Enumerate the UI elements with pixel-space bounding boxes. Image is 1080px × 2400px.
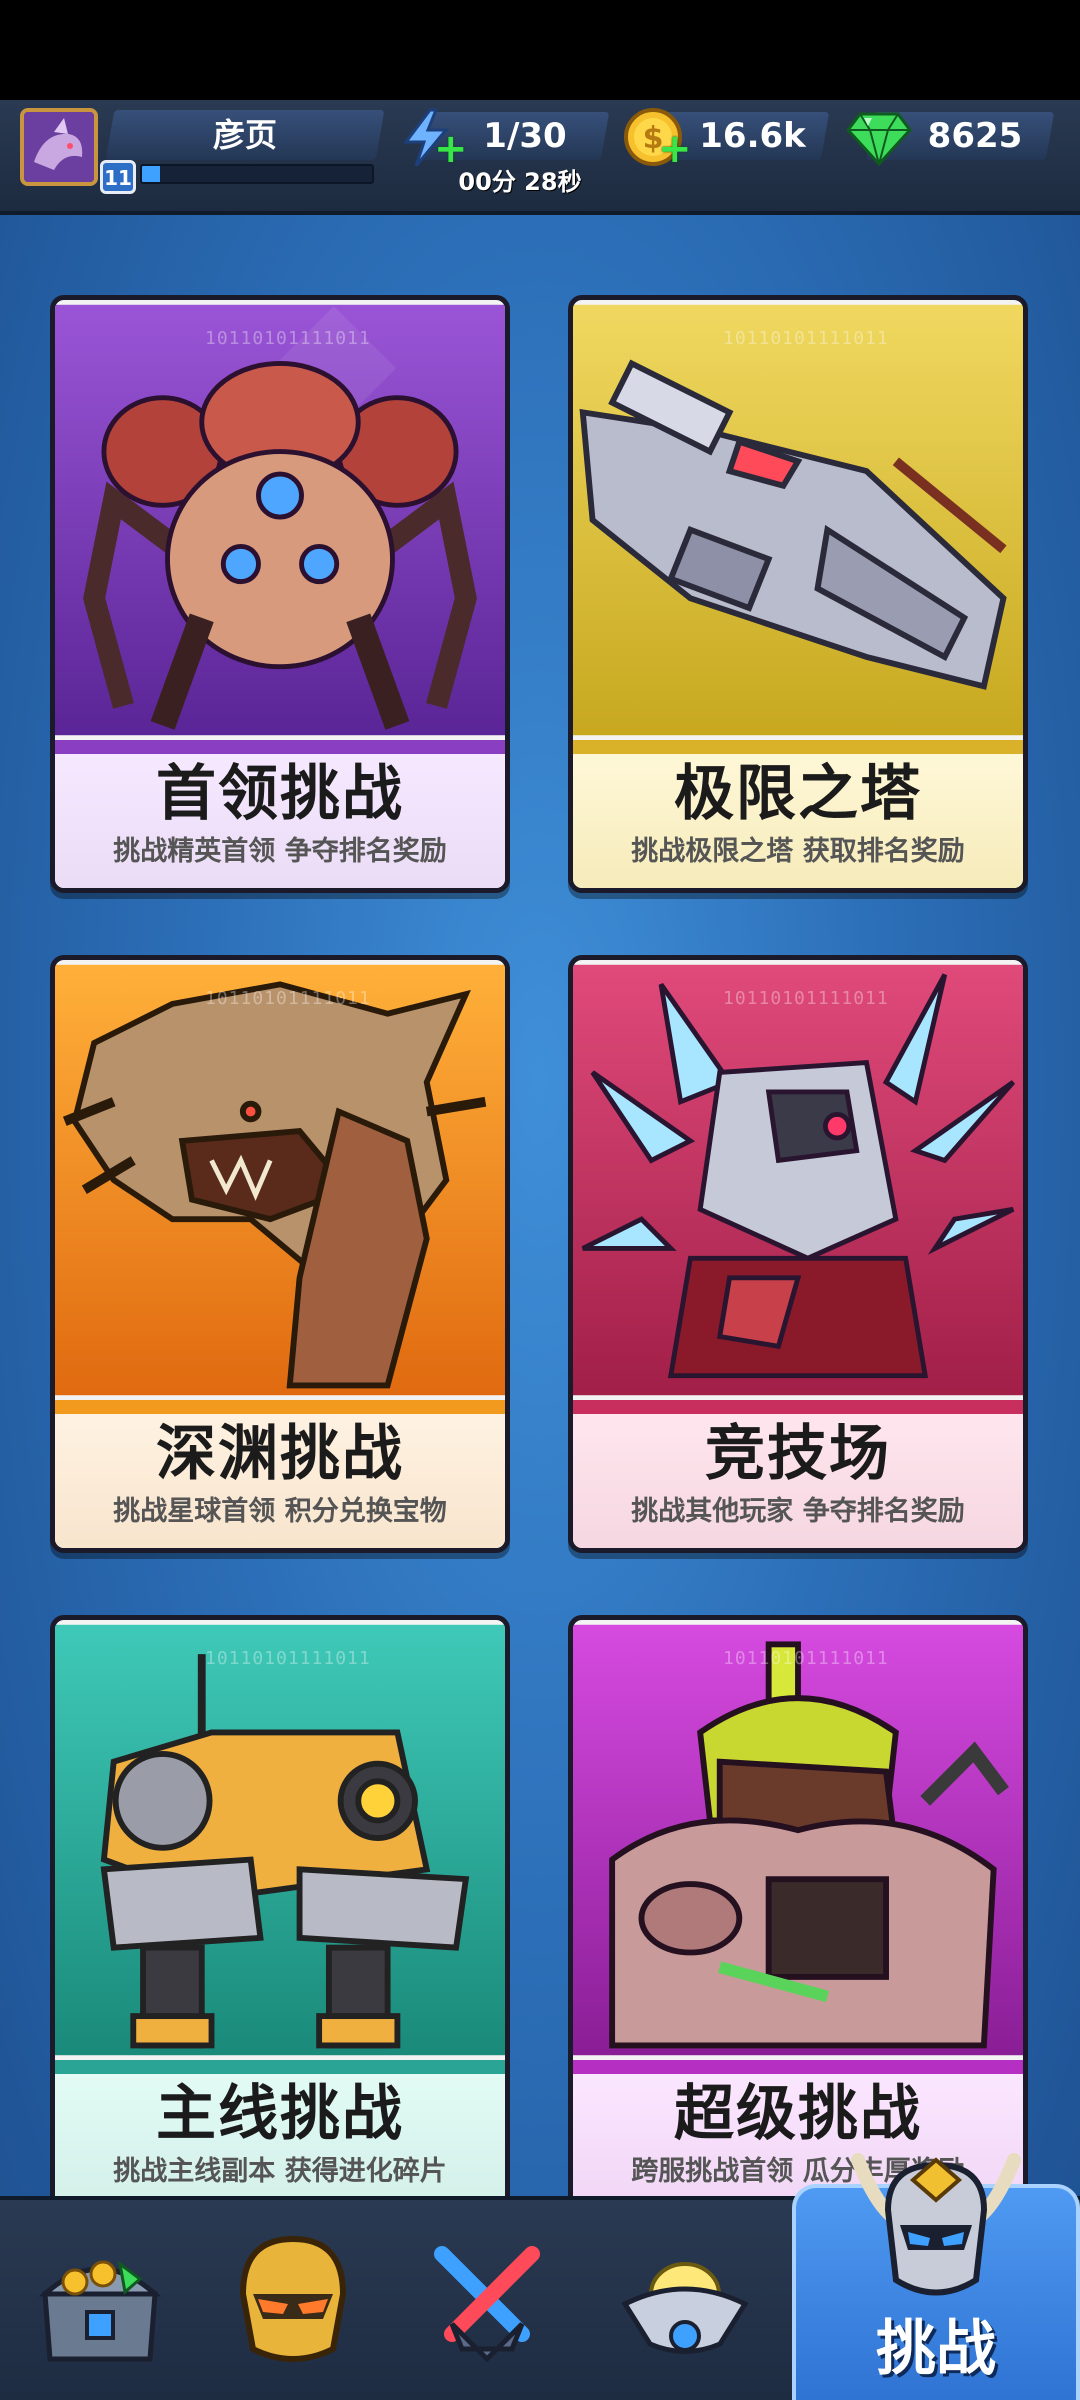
- nav-treasure[interactable]: [25, 2224, 175, 2374]
- coins-value: 16.6k: [699, 116, 806, 156]
- card-strip: [55, 2060, 505, 2074]
- player-name: 彦页: [212, 116, 277, 154]
- abyss-beast-icon: [55, 964, 505, 1396]
- energy-timer: 00分 28秒: [458, 168, 582, 196]
- status-bar: [0, 0, 1080, 100]
- card-subtitle: 挑战其他玩家 争夺排名奖励: [631, 1496, 965, 1527]
- walker-mech-icon: [55, 1624, 505, 2056]
- card-strip: [55, 740, 505, 754]
- binary-code-text: 10110101111011: [205, 988, 371, 1009]
- card-strip: [55, 1400, 505, 1414]
- resource-bar: 11 彦页 + 1/30 00分 28秒 $ + 16.6k 8625: [0, 100, 1080, 215]
- crossed-swords-icon: [434, 2246, 540, 2363]
- card-strip: [573, 740, 1023, 754]
- card-main-challenge[interactable]: 10110101111011 主线挑战 挑战主线副本 获得进化碎片: [50, 1615, 510, 2213]
- nav-ship[interactable]: [610, 2224, 760, 2374]
- card-subtitle: 挑战星球首领 积分兑换宝物: [113, 1496, 447, 1527]
- treasure-chest-icon: [38, 2260, 162, 2362]
- card-title: 首领挑战: [156, 759, 404, 829]
- horned-helmet-icon: [851, 2153, 1021, 2296]
- xp-fill: [142, 166, 161, 182]
- card-super-challenge[interactable]: 10110101111011 超级挑战 跨服挑战首领 瓜分丰厚奖励: [568, 1615, 1028, 2213]
- binary-code-text: 10110101111011: [723, 988, 889, 1009]
- card-subtitle: 挑战极限之塔 获取排名奖励: [631, 836, 965, 867]
- card-title: 主线挑战: [156, 2079, 404, 2149]
- mech-spider-icon: [55, 304, 505, 736]
- ufo-icon: [621, 2262, 749, 2354]
- xp-bar: [140, 164, 374, 184]
- card-abyss-challenge[interactable]: 10110101111011 深渊挑战 挑战星球首领 积分兑换宝物: [50, 955, 510, 1553]
- green-gem-icon: [846, 112, 912, 166]
- card-art: [573, 1620, 1023, 2060]
- card-art: [55, 960, 505, 1400]
- card-title: 深渊挑战: [156, 1419, 404, 1489]
- crystal-robot-icon: [573, 964, 1023, 1396]
- energy-value: 1/30: [483, 116, 567, 156]
- card-art: [573, 300, 1023, 740]
- card-subtitle: 挑战主线副本 获得进化碎片: [113, 2156, 447, 2187]
- card-arena[interactable]: 10110101111011 竞技场 挑战其他玩家 争夺排名奖励: [568, 955, 1028, 1553]
- player-avatar[interactable]: [20, 108, 98, 186]
- binary-code-text: 10110101111011: [205, 328, 371, 349]
- card-art: [55, 300, 505, 740]
- card-strip: [573, 2060, 1023, 2074]
- nav-hero[interactable]: [218, 2224, 368, 2374]
- golden-helmet-icon: [239, 2235, 347, 2362]
- card-strip: [573, 1400, 1023, 1414]
- card-label: 竞技场 挑战其他玩家 争夺排名奖励: [573, 1414, 1023, 1548]
- card-label: 首领挑战 挑战精英首领 争夺排名奖励: [55, 754, 505, 888]
- add-coins-icon[interactable]: +: [658, 129, 692, 169]
- nav-battle[interactable]: [412, 2224, 562, 2374]
- binary-code-text: 10110101111011: [723, 1648, 889, 1669]
- binary-code-text: 10110101111011: [723, 328, 889, 349]
- card-title: 竞技场: [705, 1419, 891, 1489]
- gems-value: 8625: [927, 116, 1023, 156]
- nav-challenge-label: 挑战: [876, 2314, 996, 2384]
- card-label: 深渊挑战 挑战星球首领 积分兑换宝物: [55, 1414, 505, 1548]
- card-subtitle: 挑战精英首领 争夺排名奖励: [113, 836, 447, 867]
- card-label: 极限之塔 挑战极限之塔 获取排名奖励: [573, 754, 1023, 888]
- spaceship-icon: [573, 304, 1023, 736]
- hog-warrior-icon: [573, 1624, 1023, 2056]
- card-label: 主线挑战 挑战主线副本 获得进化碎片: [55, 2074, 505, 2208]
- card-boss-challenge[interactable]: 10110101111011 首领挑战 挑战精英首领 争夺排名奖励: [50, 295, 510, 893]
- binary-code-text: 10110101111011: [205, 1648, 371, 1669]
- level-badge: 11: [100, 160, 136, 194]
- card-art: [55, 1620, 505, 2060]
- creature-avatar-icon: [24, 112, 94, 182]
- card-extreme-tower[interactable]: 10110101111011 极限之塔 挑战极限之塔 获取排名奖励: [568, 295, 1028, 893]
- card-title: 极限之塔: [674, 759, 922, 829]
- card-art: [573, 960, 1023, 1400]
